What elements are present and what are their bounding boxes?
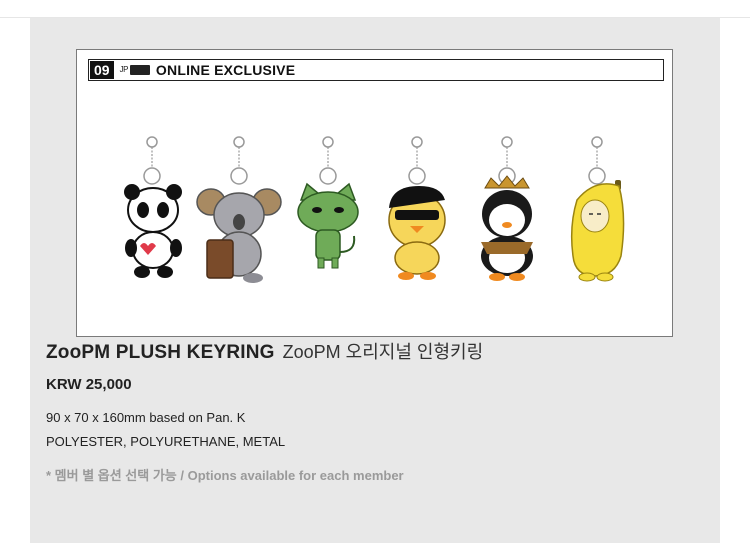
online-exclusive-label: ONLINE EXCLUSIVE (155, 62, 296, 78)
product-material: POLYESTER, POLYURETHANE, METAL (46, 434, 286, 449)
banana-keyring-icon (570, 136, 625, 282)
panda-keyring-icon (124, 136, 182, 278)
product-title-ko: ZooPM 오리지널 인형키링 (282, 342, 484, 362)
brand-logo-block (129, 65, 150, 75)
product-image-card[interactable]: 09 JP ONLINE EXCLUSIVE (76, 49, 673, 337)
keyring-lineup (77, 130, 674, 300)
penguin-keyring-icon (481, 136, 533, 281)
product-header-bar: 09 JP ONLINE EXCLUSIVE (88, 59, 664, 81)
cat-keyring-icon (297, 136, 359, 269)
brand-mark: JP (119, 65, 129, 74)
product-price: KRW 25,000 (46, 376, 132, 393)
product-title: ZooPM PLUSH KEYRING ZooPM 오리지널 인형키링 (46, 338, 483, 364)
options-note: * 멤버 별 옵션 선택 가능 / Options available for … (46, 468, 404, 483)
koala-keyring-icon (196, 136, 282, 283)
item-number: 09 (90, 61, 114, 79)
product-title-en: ZooPM PLUSH KEYRING (46, 342, 275, 363)
chick-keyring-icon (388, 136, 446, 280)
brand-logo: JP (120, 65, 150, 75)
product-size: 90 x 70 x 160mm based on Pan. K (46, 410, 246, 425)
